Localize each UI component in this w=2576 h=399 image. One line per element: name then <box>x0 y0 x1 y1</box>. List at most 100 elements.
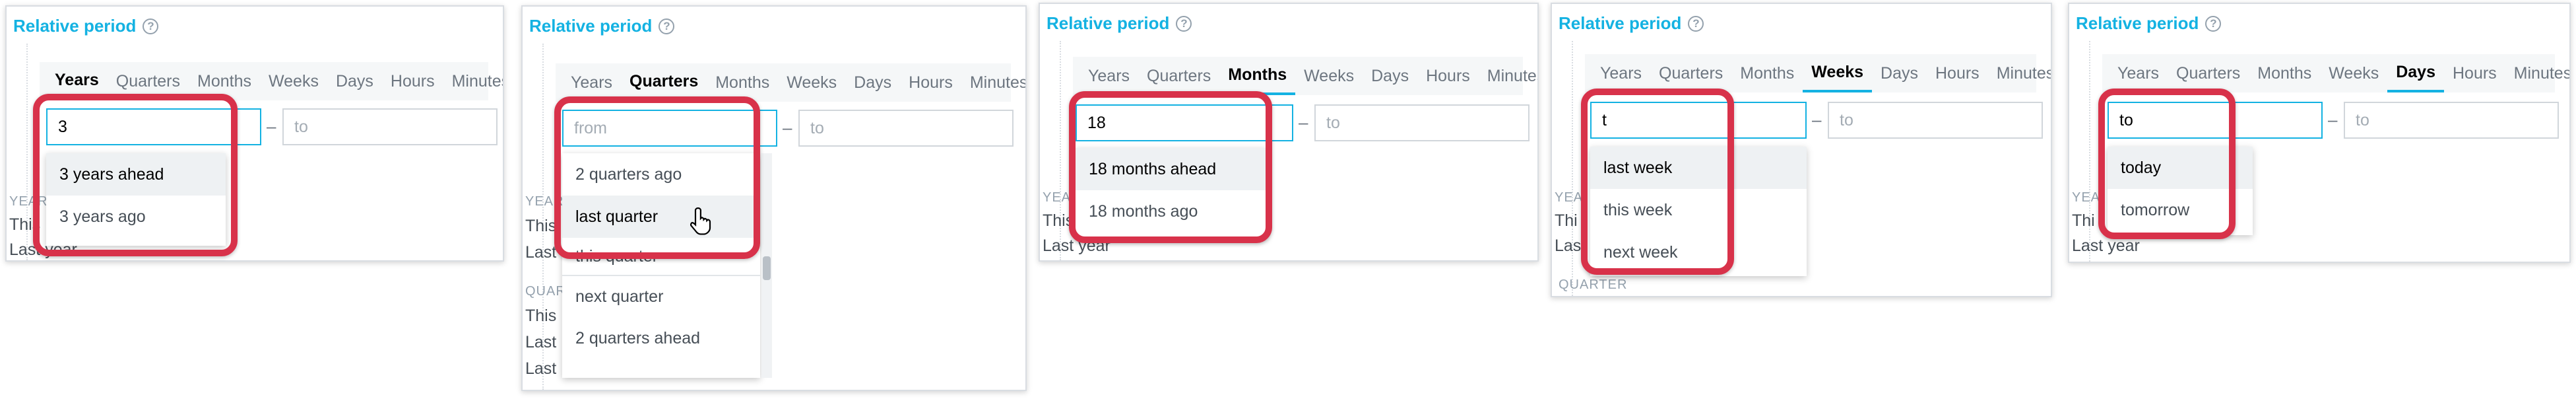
tab-months[interactable]: Months <box>707 63 778 102</box>
tab-months[interactable]: Months <box>189 62 260 100</box>
help-circle-icon[interactable]: ? <box>143 18 159 34</box>
tab-days[interactable]: Days <box>1872 54 1927 92</box>
tab-months[interactable]: Months <box>1219 57 1296 95</box>
preset-item[interactable]: This <box>9 215 40 235</box>
tab-years[interactable]: Years <box>1079 57 1138 95</box>
tab-weeks[interactable]: Weeks <box>2320 54 2387 92</box>
from-input-value: 3 <box>58 117 67 136</box>
tab-days[interactable]: Days <box>1363 57 1417 95</box>
help-circle-icon[interactable]: ? <box>2205 15 2222 32</box>
tab-hours[interactable]: Hours <box>1417 57 1479 95</box>
granularity-tabs: Years Quarters Months Weeks Days Hours M… <box>40 62 503 100</box>
tab-hours[interactable]: Hours <box>1927 54 1988 92</box>
suggestion-option[interactable]: this week <box>1590 189 1807 231</box>
tab-weeks[interactable]: Weeks <box>260 62 327 100</box>
scrollbar-thumb[interactable] <box>763 256 771 280</box>
tab-months[interactable]: Months <box>2249 54 2320 92</box>
tab-quarters[interactable]: Quarters <box>108 62 189 100</box>
granularity-tabs: Years Quarters Months Weeks Days Hours M… <box>1585 54 2051 92</box>
panel-title-text: Relative period <box>1559 13 1682 33</box>
preset-item[interactable]: Thi <box>2072 211 2095 231</box>
to-input[interactable]: to <box>1828 102 2043 139</box>
panel-title-text: Relative period <box>529 16 653 36</box>
preset-item[interactable]: Last <box>525 243 556 262</box>
panel-title: Relative period ? <box>2076 13 2222 34</box>
help-circle-icon[interactable]: ? <box>1176 15 1192 32</box>
suggestion-option[interactable]: next week <box>1590 231 1807 273</box>
to-input[interactable]: to <box>2344 102 2559 139</box>
tab-hours[interactable]: Hours <box>382 62 443 100</box>
preset-item[interactable]: Last year <box>1043 236 1111 256</box>
tab-minutes[interactable]: Minutes <box>1988 54 2051 92</box>
tab-quarters[interactable]: Quarters <box>1138 57 1219 95</box>
suggestion-option[interactable]: today <box>2108 147 2253 189</box>
tab-years[interactable]: Years <box>1592 54 1650 92</box>
help-circle-icon[interactable]: ? <box>1688 15 1704 32</box>
suggestion-option[interactable]: 3 years ahead <box>46 153 226 196</box>
help-circle-icon[interactable]: ? <box>659 18 675 34</box>
section-label-year: YEAR <box>9 194 48 209</box>
tab-months[interactable]: Months <box>1731 54 1803 92</box>
preset-item[interactable]: This <box>1043 211 1074 231</box>
from-input[interactable]: from <box>562 110 777 147</box>
suggestion-option[interactable]: last quarter <box>562 196 760 238</box>
from-input[interactable]: 3 <box>46 108 261 145</box>
tab-weeks[interactable]: Weeks <box>778 63 845 102</box>
from-input-value: to <box>2119 110 2133 129</box>
suggestion-option[interactable]: tomorrow <box>2108 189 2253 231</box>
dropdown-scrollbar[interactable] <box>761 153 772 378</box>
suggestion-dropdown: today tomorrow <box>2108 147 2253 235</box>
panel-title: Relative period ? <box>1559 13 1704 34</box>
preset-item[interactable]: Last year <box>2072 236 2140 256</box>
to-input[interactable]: to <box>798 110 1014 147</box>
tab-minutes[interactable]: Minutes <box>1479 57 1537 95</box>
hand-pointer-icon <box>690 207 711 235</box>
preset-item[interactable]: Last <box>525 359 556 379</box>
suggestion-option[interactable]: next quarter <box>562 275 760 317</box>
suggestion-option[interactable]: 18 months ahead <box>1076 148 1267 190</box>
from-input[interactable]: 18 <box>1076 104 1293 141</box>
suggestion-option[interactable]: 18 months ago <box>1076 190 1267 233</box>
tab-hours[interactable]: Hours <box>2444 54 2505 92</box>
preset-item[interactable]: Thi <box>1555 211 1578 231</box>
relative-period-panel-years: Relative period ? Years Quarters Months … <box>5 5 504 262</box>
from-input[interactable]: t <box>1590 102 1807 139</box>
to-input-placeholder: to <box>1326 113 1340 132</box>
tab-years[interactable]: Years <box>46 62 108 100</box>
tab-days[interactable]: Days <box>327 62 382 100</box>
preset-item[interactable]: This <box>525 217 556 236</box>
tab-days[interactable]: Days <box>845 63 900 102</box>
tab-minutes[interactable]: Minutes <box>961 63 1025 102</box>
tab-quarters[interactable]: Quarters <box>1650 54 1731 92</box>
suggestion-dropdown: 2 quarters ago last quarter this quarter… <box>562 153 760 378</box>
to-input-placeholder: to <box>2356 110 2369 129</box>
section-label-year: YEA <box>2072 190 2101 205</box>
panel-title: Relative period ? <box>529 16 675 36</box>
tab-years[interactable]: Years <box>562 63 621 102</box>
tab-minutes[interactable]: Minutes <box>443 62 503 100</box>
to-input[interactable]: to <box>1314 104 1530 141</box>
range-dash: – <box>1299 112 1308 132</box>
preset-item[interactable]: This <box>525 307 556 326</box>
to-input-placeholder: to <box>1840 110 1853 129</box>
suggestion-option[interactable]: 2 quarters ago <box>562 153 760 196</box>
tab-years[interactable]: Years <box>2109 54 2168 92</box>
suggestion-option[interactable]: 3 years ago <box>46 196 226 238</box>
tab-weeks[interactable]: Weeks <box>1295 57 1363 95</box>
to-input-placeholder: to <box>294 117 308 136</box>
preset-item[interactable]: Last <box>525 333 556 352</box>
tab-minutes[interactable]: Minutes <box>2505 54 2569 92</box>
suggestion-dropdown: last week this week next week <box>1590 147 1807 276</box>
suggestion-option[interactable]: last week <box>1590 147 1807 189</box>
relative-period-panel-quarters: Relative period ? Years Quarters Months … <box>521 5 1027 391</box>
tab-quarters[interactable]: Quarters <box>2168 54 2249 92</box>
preset-item[interactable]: Las <box>1555 236 1581 256</box>
suggestion-option[interactable]: 2 quarters ahead <box>562 317 760 359</box>
tab-quarters[interactable]: Quarters <box>621 63 707 102</box>
suggestion-option[interactable]: this quarter <box>562 238 760 275</box>
tab-hours[interactable]: Hours <box>900 63 961 102</box>
from-input[interactable]: to <box>2108 102 2323 139</box>
tab-weeks[interactable]: Weeks <box>1803 54 1873 92</box>
tab-days[interactable]: Days <box>2387 54 2444 92</box>
to-input[interactable]: to <box>282 108 498 145</box>
